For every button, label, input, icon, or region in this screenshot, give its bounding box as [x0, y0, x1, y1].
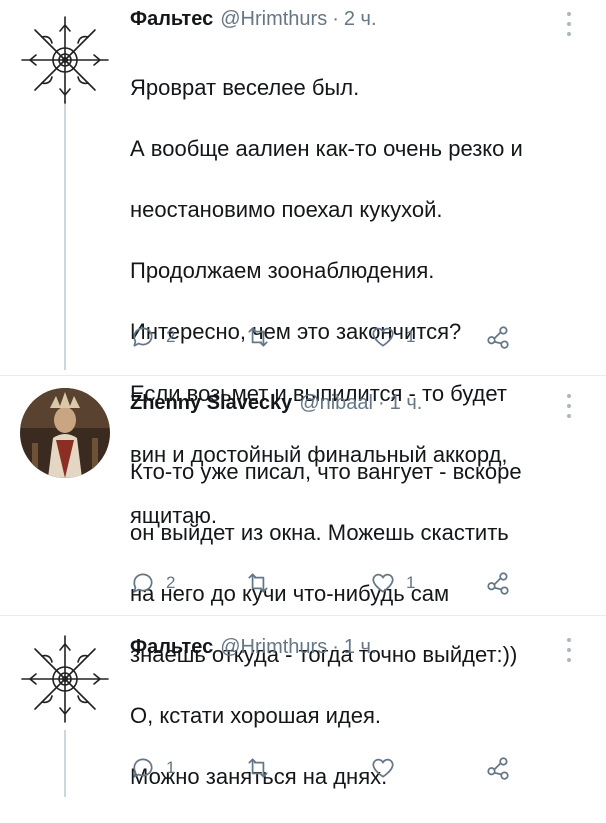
- share-button[interactable]: [485, 568, 511, 598]
- reply-count: 2: [166, 573, 176, 592]
- author-handle[interactable]: @Hrimthurs: [220, 636, 327, 659]
- share-icon: [487, 572, 509, 595]
- tweet-line: неостановимо поехал кукухой.: [130, 196, 443, 222]
- more-icon[interactable]: [561, 12, 577, 36]
- tweet-header: Zhenny Slavecky @nibaal · 1 ч.: [130, 392, 422, 422]
- author-name[interactable]: Фальтес: [130, 8, 213, 31]
- tweet-header: Фальтес @Hrimthurs · 1 ч.: [130, 636, 377, 666]
- like-icon: [372, 327, 394, 347]
- avatar-runic-symbol[interactable]: [20, 15, 110, 105]
- share-icon: [487, 757, 509, 780]
- author-handle[interactable]: @nibaal: [299, 392, 373, 415]
- tweet-line: Продолжаем зоонаблюдения.: [130, 258, 435, 284]
- avatar-runic-symbol[interactable]: [20, 634, 110, 724]
- author-handle[interactable]: @Hrimthurs: [220, 8, 327, 31]
- reply-icon: [133, 573, 153, 593]
- action-bar: 1: [130, 753, 590, 783]
- tweet-1[interactable]: Фальтес @Hrimthurs · 2 ч. Яроврат веселе…: [0, 0, 606, 528]
- avatar-portrait[interactable]: [20, 388, 110, 478]
- like-icon: [372, 758, 394, 778]
- more-icon[interactable]: [561, 394, 577, 418]
- like-count: 1: [406, 573, 416, 592]
- reply-button[interactable]: 2: [130, 322, 175, 352]
- separator-dot: ·: [378, 392, 385, 414]
- author-name[interactable]: Фальтес: [130, 636, 213, 659]
- share-icon: [487, 326, 509, 349]
- retweet-icon: [248, 758, 268, 778]
- reply-button[interactable]: 1: [130, 753, 175, 783]
- reply-icon: [133, 327, 153, 347]
- retweet-icon: [248, 327, 268, 347]
- separator-dot: ·: [332, 636, 339, 658]
- tweet-3[interactable]: Фальтес @Hrimthurs · 1 ч. О, кстати хоро…: [0, 615, 606, 798]
- reply-button[interactable]: 2: [130, 568, 175, 598]
- timestamp[interactable]: 2 ч.: [344, 8, 377, 31]
- like-button[interactable]: [370, 753, 406, 783]
- reply-icon: [133, 758, 153, 778]
- retweet-button[interactable]: [245, 753, 281, 783]
- share-button[interactable]: [485, 322, 511, 352]
- like-count: 1: [406, 327, 416, 346]
- reply-count: 1: [166, 758, 176, 777]
- action-bar: 2 1: [130, 568, 590, 598]
- tweet-line: Кто-то уже писал, что вангует - вскоре: [130, 458, 522, 484]
- like-button[interactable]: 1: [370, 568, 415, 598]
- tweet-line: Яроврат веселее был.: [130, 74, 360, 100]
- reply-count: 2: [166, 327, 176, 346]
- retweet-button[interactable]: [245, 568, 281, 598]
- like-icon: [372, 573, 394, 593]
- timestamp[interactable]: 1 ч.: [390, 392, 423, 415]
- separator-dot: ·: [332, 8, 339, 30]
- tweet-header: Фальтес @Hrimthurs · 2 ч.: [130, 8, 377, 38]
- author-name[interactable]: Zhenny Slavecky: [130, 392, 292, 415]
- tweet-line: А вообще аалиен как-то очень резко и: [130, 135, 523, 161]
- tweet-line: он выйдет из окна. Можешь скастить: [130, 519, 509, 545]
- like-button[interactable]: 1: [370, 322, 415, 352]
- retweet-icon: [248, 573, 268, 593]
- retweet-button[interactable]: [245, 322, 281, 352]
- tweet-2[interactable]: Zhenny Slavecky @nibaal · 1 ч. Кто-то уж…: [0, 375, 606, 667]
- share-button[interactable]: [485, 753, 511, 783]
- tweet-line: О, кстати хорошая идея.: [130, 702, 382, 728]
- tweet-text: О, кстати хорошая идея. Можно заняться н…: [130, 670, 595, 823]
- action-bar: 2 1: [130, 322, 590, 352]
- timestamp[interactable]: 1 ч.: [344, 636, 377, 659]
- more-icon[interactable]: [561, 638, 577, 662]
